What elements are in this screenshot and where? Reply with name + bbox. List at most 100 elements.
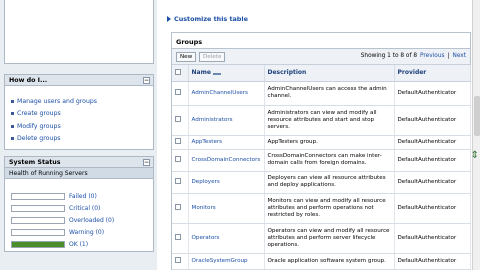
scrollbar-thumb[interactable] — [474, 96, 480, 136]
customize-table-link[interactable]: Customize this table — [167, 15, 248, 23]
status-label[interactable]: Failed (0) — [69, 193, 97, 200]
row-checkbox[interactable] — [175, 256, 181, 263]
group-provider: DefaultAuthenticator — [394, 253, 471, 270]
group-provider: DefaultAuthenticator — [394, 135, 471, 150]
group-name-link[interactable]: Deployers — [188, 171, 265, 194]
status-bar — [11, 229, 65, 236]
new-button[interactable]: New — [176, 52, 197, 62]
row-select-cell[interactable] — [172, 171, 189, 194]
group-provider: DefaultAuthenticator — [394, 171, 471, 194]
group-description: CrossDomainConnectors can make inter-dom… — [264, 149, 395, 172]
howdo-link-label[interactable]: Create groups — [17, 110, 61, 117]
row-select-cell[interactable] — [172, 149, 189, 172]
minimize-icon[interactable]: − — [143, 159, 150, 166]
group-name-link[interactable]: Monitors — [188, 193, 265, 224]
group-name-link[interactable]: AppTesters — [188, 135, 265, 150]
group-description: Oracle application software system group… — [264, 253, 395, 270]
previous-link[interactable]: Previous — [420, 53, 445, 59]
mouse-cursor-icon: ⇕ — [470, 150, 479, 161]
column-header-description[interactable]: Description — [264, 65, 395, 82]
status-row-critical: Critical (0) — [11, 204, 100, 213]
row-select-cell[interactable] — [172, 223, 189, 254]
howdo-link-label[interactable]: Modify groups — [17, 123, 61, 130]
group-name-link[interactable]: OracleSystemGroup — [188, 253, 265, 270]
system-status-header: System Status − — [5, 157, 153, 168]
group-description: Operators can view and modify all resour… — [264, 223, 395, 254]
status-row-ok: OK (1) — [11, 240, 88, 249]
table-row: Deployers Deployers can view all resourc… — [172, 171, 471, 194]
pager-separator: | — [447, 53, 450, 59]
howdo-link[interactable]: Manage users and groups — [11, 95, 153, 108]
row-checkbox[interactable] — [175, 177, 181, 184]
status-label[interactable]: Critical (0) — [69, 205, 100, 212]
table-toolbar: New Delete Showing 1 to 8 of 8 Previous … — [172, 49, 470, 65]
sort-icon[interactable] — [212, 71, 221, 75]
table-row: CrossDomainConnectors CrossDomainConnect… — [172, 149, 471, 172]
group-provider: DefaultAuthenticator — [394, 81, 471, 106]
row-checkbox[interactable] — [175, 115, 181, 122]
health-subtitle: Health of Running Servers — [5, 168, 153, 179]
row-select-cell[interactable] — [172, 135, 189, 150]
howdo-link-label[interactable]: Delete groups — [17, 135, 61, 142]
main-content: Customize this table Groups New Delete S… — [157, 0, 480, 270]
vertical-scrollbar[interactable] — [472, 0, 480, 270]
status-label[interactable]: Overloaded (0) — [69, 217, 114, 224]
group-name-link[interactable]: AdminChannelUsers — [188, 81, 265, 106]
row-checkbox[interactable] — [175, 233, 181, 240]
bullet-icon — [11, 112, 14, 116]
column-header-label[interactable]: Description — [268, 69, 307, 76]
pager-info: Showing 1 to 8 of 8 — [360, 53, 418, 59]
column-header-label[interactable]: Name — [192, 69, 211, 76]
row-select-cell[interactable] — [172, 253, 189, 270]
howdo-link[interactable]: Delete groups — [11, 133, 153, 146]
table-row: AdminChannelUsers AdminChannelUsers can … — [172, 81, 471, 106]
group-name-link[interactable]: Administrators — [188, 105, 265, 136]
row-select-cell[interactable] — [172, 105, 189, 136]
next-link[interactable]: Next — [452, 53, 466, 59]
groups-table: Name Description Provider AdminChannelUs… — [172, 65, 471, 270]
delete-button[interactable]: Delete — [199, 52, 226, 62]
left-sidebar: How do I... − Manage users and groups Cr… — [0, 0, 157, 270]
groups-title: Groups — [172, 33, 470, 49]
table-row: Operators Operators can view and modify … — [172, 223, 471, 254]
howdo-link[interactable]: Modify groups — [11, 120, 153, 133]
row-select-cell[interactable] — [172, 193, 189, 224]
groups-table-panel: Groups New Delete Showing 1 to 8 of 8 Pr… — [171, 32, 471, 270]
select-all-checkbox[interactable] — [175, 68, 181, 75]
select-all-header[interactable] — [172, 65, 189, 82]
customize-label[interactable]: Customize this table — [174, 15, 248, 23]
expand-arrow-icon — [167, 16, 171, 22]
group-provider: DefaultAuthenticator — [394, 223, 471, 254]
table-row: OracleSystemGroup Oracle application sof… — [172, 253, 471, 270]
row-checkbox[interactable] — [175, 137, 181, 144]
status-bar-fill — [12, 242, 64, 247]
system-status-title: System Status — [9, 159, 61, 166]
group-provider: DefaultAuthenticator — [394, 149, 471, 172]
row-select-cell[interactable] — [172, 81, 189, 106]
howdo-link[interactable]: Create groups — [11, 108, 153, 121]
group-description: AppTesters group. — [264, 135, 395, 150]
table-row: AppTesters AppTesters group. DefaultAuth… — [172, 135, 471, 150]
status-label[interactable]: Warning (0) — [69, 229, 104, 236]
how-do-i-list: Manage users and groups Create groups Mo… — [5, 86, 153, 145]
how-do-i-header: How do I... − — [5, 75, 153, 86]
table-header-row: Name Description Provider — [172, 65, 471, 82]
howdo-link-label[interactable]: Manage users and groups — [17, 98, 97, 105]
status-label[interactable]: OK (1) — [69, 241, 88, 248]
group-name-link[interactable]: Operators — [188, 223, 265, 254]
row-checkbox[interactable] — [175, 88, 181, 95]
row-checkbox[interactable] — [175, 155, 181, 162]
group-provider: DefaultAuthenticator — [394, 193, 471, 224]
how-do-i-panel: How do I... − Manage users and groups Cr… — [4, 74, 154, 150]
how-do-i-title: How do I... — [9, 77, 48, 84]
group-name-link[interactable]: CrossDomainConnectors — [188, 149, 265, 172]
bullet-icon — [11, 137, 14, 141]
status-bar — [11, 193, 65, 200]
row-checkbox[interactable] — [175, 203, 181, 210]
status-row-overloaded: Overloaded (0) — [11, 216, 114, 225]
column-header-label[interactable]: Provider — [398, 69, 427, 76]
minimize-icon[interactable]: − — [143, 77, 150, 84]
column-header-name[interactable]: Name — [188, 65, 265, 82]
column-header-provider[interactable]: Provider — [394, 65, 471, 82]
status-row-failed: Failed (0) — [11, 192, 97, 201]
